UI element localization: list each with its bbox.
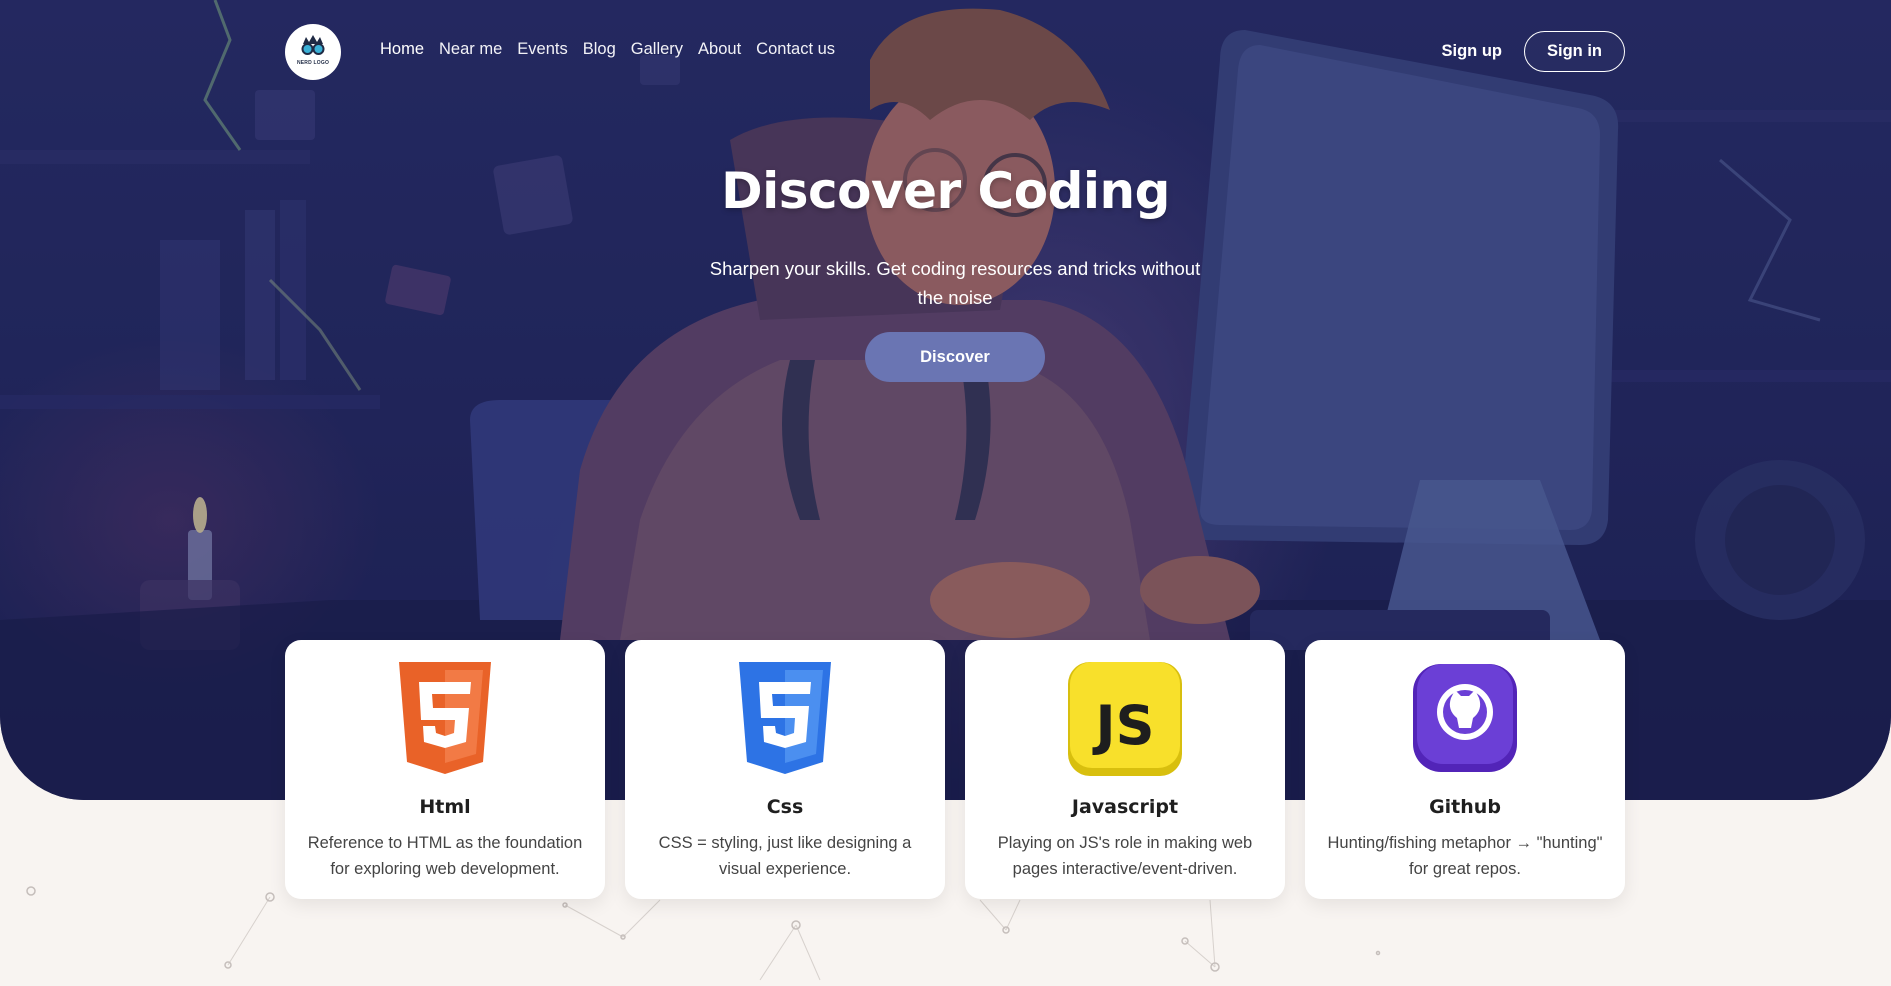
nav-home[interactable]: Home	[380, 40, 424, 59]
card-description: CSS = styling, just like designing a vis…	[658, 834, 912, 878]
github-icon	[1413, 664, 1517, 772]
logo-text: NERD LOGO	[296, 60, 330, 66]
card-title: Github	[1429, 796, 1501, 818]
html5-icon	[399, 662, 491, 774]
nav-gallery[interactable]: Gallery	[631, 40, 683, 59]
hero-subtitle: Sharpen your skills. Get coding resource…	[709, 258, 1201, 308]
card-description: Playing on JS's role in making web pages…	[997, 834, 1253, 878]
svg-text:JS: JS	[1092, 694, 1155, 757]
nav-events[interactable]: Events	[517, 40, 567, 59]
nav-near-me[interactable]: Near me	[439, 40, 502, 59]
card-github[interactable]: Github Hunting/fishing metaphor → "hunti…	[1305, 640, 1625, 899]
signup-button[interactable]: Sign up	[1442, 42, 1503, 61]
card-html[interactable]: Html Reference to HTML as the foundation…	[285, 640, 605, 899]
auth-actions: Sign up Sign in	[1442, 31, 1625, 72]
feature-cards: Html Reference to HTML as the foundation…	[285, 640, 1625, 899]
javascript-icon: JS	[1068, 662, 1182, 776]
signin-button[interactable]: Sign in	[1524, 31, 1625, 72]
logo[interactable]: NERD LOGO	[285, 24, 341, 80]
nav-contact-us[interactable]: Contact us	[756, 40, 835, 59]
card-title: Css	[766, 796, 804, 818]
card-title: Javascript	[1071, 796, 1179, 818]
card-description: Reference to HTML as the foundation for …	[307, 834, 583, 878]
nav-blog[interactable]: Blog	[583, 40, 616, 59]
nav-about[interactable]: About	[698, 40, 741, 59]
css3-icon	[739, 662, 831, 774]
card-description: Hunting/fishing metaphor → "hunting" for…	[1327, 834, 1603, 878]
card-javascript[interactable]: JS Javascript Playing on JS's role in ma…	[965, 640, 1285, 899]
card-css[interactable]: Css CSS = styling, just like designing a…	[625, 640, 945, 899]
main-nav: Home Near me Events Blog Gallery About C…	[380, 40, 835, 59]
discover-button[interactable]: Discover	[865, 332, 1045, 382]
card-title: Html	[419, 796, 471, 818]
hero-title: Discover Coding	[721, 162, 1170, 220]
nerd-logo-icon	[301, 35, 325, 55]
